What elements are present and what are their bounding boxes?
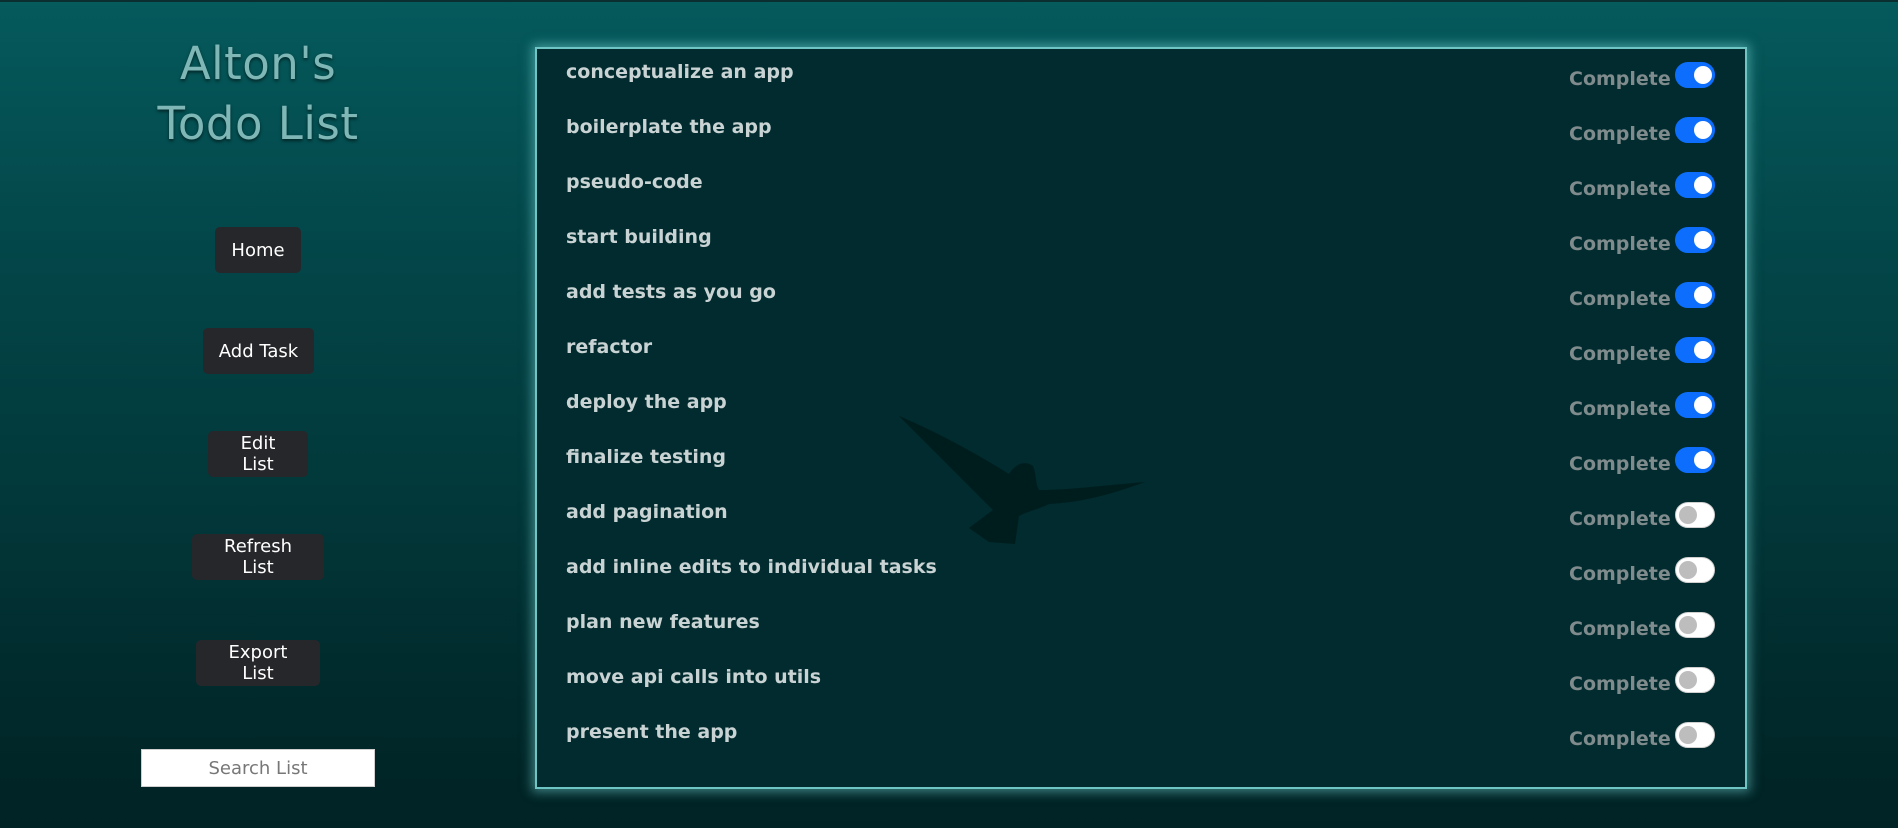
toggle-knob (1679, 561, 1697, 579)
task-label: deploy the app (566, 391, 727, 413)
task-label: boilerplate the app (566, 116, 772, 138)
toggle-knob (1694, 286, 1712, 304)
task-row: add inline edits to individual tasks Com… (537, 544, 1745, 599)
task-label: finalize testing (566, 446, 727, 468)
complete-toggle[interactable] (1675, 612, 1715, 638)
complete-toggle[interactable] (1675, 667, 1715, 693)
complete-label: Complete (1569, 288, 1671, 310)
edit-list-button[interactable]: Edit List (208, 431, 308, 477)
complete-toggle[interactable] (1675, 557, 1715, 583)
toggle-knob (1679, 616, 1697, 634)
task-label: start building (566, 226, 712, 248)
export-list-button[interactable]: Export List (196, 640, 320, 686)
sidebar: Alton's Todo List Home Add Task Edit Lis… (0, 0, 520, 828)
toggle-knob (1679, 671, 1697, 689)
complete-label: Complete (1569, 618, 1671, 640)
task-label: conceptualize an app (566, 61, 794, 83)
complete-toggle[interactable] (1675, 392, 1715, 418)
task-row: add tests as you go Complete (537, 269, 1745, 324)
complete-label: Complete (1569, 508, 1671, 530)
task-row: conceptualize an app Complete (537, 49, 1745, 104)
toggle-knob (1694, 451, 1712, 469)
toggle-knob (1694, 176, 1712, 194)
complete-toggle[interactable] (1675, 172, 1715, 198)
complete-toggle[interactable] (1675, 447, 1715, 473)
toggle-knob (1694, 231, 1712, 249)
complete-label: Complete (1569, 453, 1671, 475)
complete-toggle[interactable] (1675, 62, 1715, 88)
task-label: pseudo-code (566, 171, 703, 193)
toggle-knob (1679, 506, 1697, 524)
task-label: present the app (566, 721, 738, 743)
toggle-knob (1679, 726, 1697, 744)
app-title-line-1: Alton's (179, 37, 337, 90)
task-row: deploy the app Complete (537, 379, 1745, 434)
task-row: plan new features Complete (537, 599, 1745, 654)
complete-label: Complete (1569, 178, 1671, 200)
complete-label: Complete (1569, 398, 1671, 420)
complete-label: Complete (1569, 563, 1671, 585)
toggle-knob (1694, 121, 1712, 139)
add-task-button[interactable]: Add Task (203, 328, 314, 374)
toggle-knob (1694, 341, 1712, 359)
task-label: move api calls into utils (566, 666, 822, 688)
complete-toggle[interactable] (1675, 282, 1715, 308)
task-row: start building Complete (537, 214, 1745, 269)
complete-label: Complete (1569, 123, 1671, 145)
complete-label: Complete (1569, 68, 1671, 90)
task-label: add pagination (566, 501, 728, 523)
complete-toggle[interactable] (1675, 337, 1715, 363)
task-row: pseudo-code Complete (537, 159, 1745, 214)
toggle-knob (1694, 396, 1712, 414)
task-row: add pagination Complete (537, 489, 1745, 544)
task-row: finalize testing Complete (537, 434, 1745, 489)
complete-label: Complete (1569, 673, 1671, 695)
complete-label: Complete (1569, 728, 1671, 750)
app-title: Alton's Todo List (0, 34, 516, 154)
task-label: plan new features (566, 611, 760, 633)
task-row: boilerplate the app Complete (537, 104, 1745, 159)
complete-toggle[interactable] (1675, 502, 1715, 528)
complete-toggle[interactable] (1675, 117, 1715, 143)
search-input[interactable] (141, 749, 375, 787)
complete-toggle[interactable] (1675, 722, 1715, 748)
task-row: move api calls into utils Complete (537, 654, 1745, 709)
complete-label: Complete (1569, 343, 1671, 365)
refresh-list-button[interactable]: Refresh List (192, 534, 324, 580)
task-label: add tests as you go (566, 281, 776, 303)
complete-toggle[interactable] (1675, 227, 1715, 253)
app-title-line-2: Todo List (157, 97, 359, 150)
task-label: add inline edits to individual tasks (566, 556, 937, 578)
complete-label: Complete (1569, 233, 1671, 255)
task-label: refactor (566, 336, 653, 358)
toggle-knob (1694, 66, 1712, 84)
task-row: refactor Complete (537, 324, 1745, 379)
home-button[interactable]: Home (215, 227, 301, 273)
task-list-panel: conceptualize an app Complete boilerplat… (535, 47, 1747, 789)
task-row: present the app Complete (537, 709, 1745, 764)
